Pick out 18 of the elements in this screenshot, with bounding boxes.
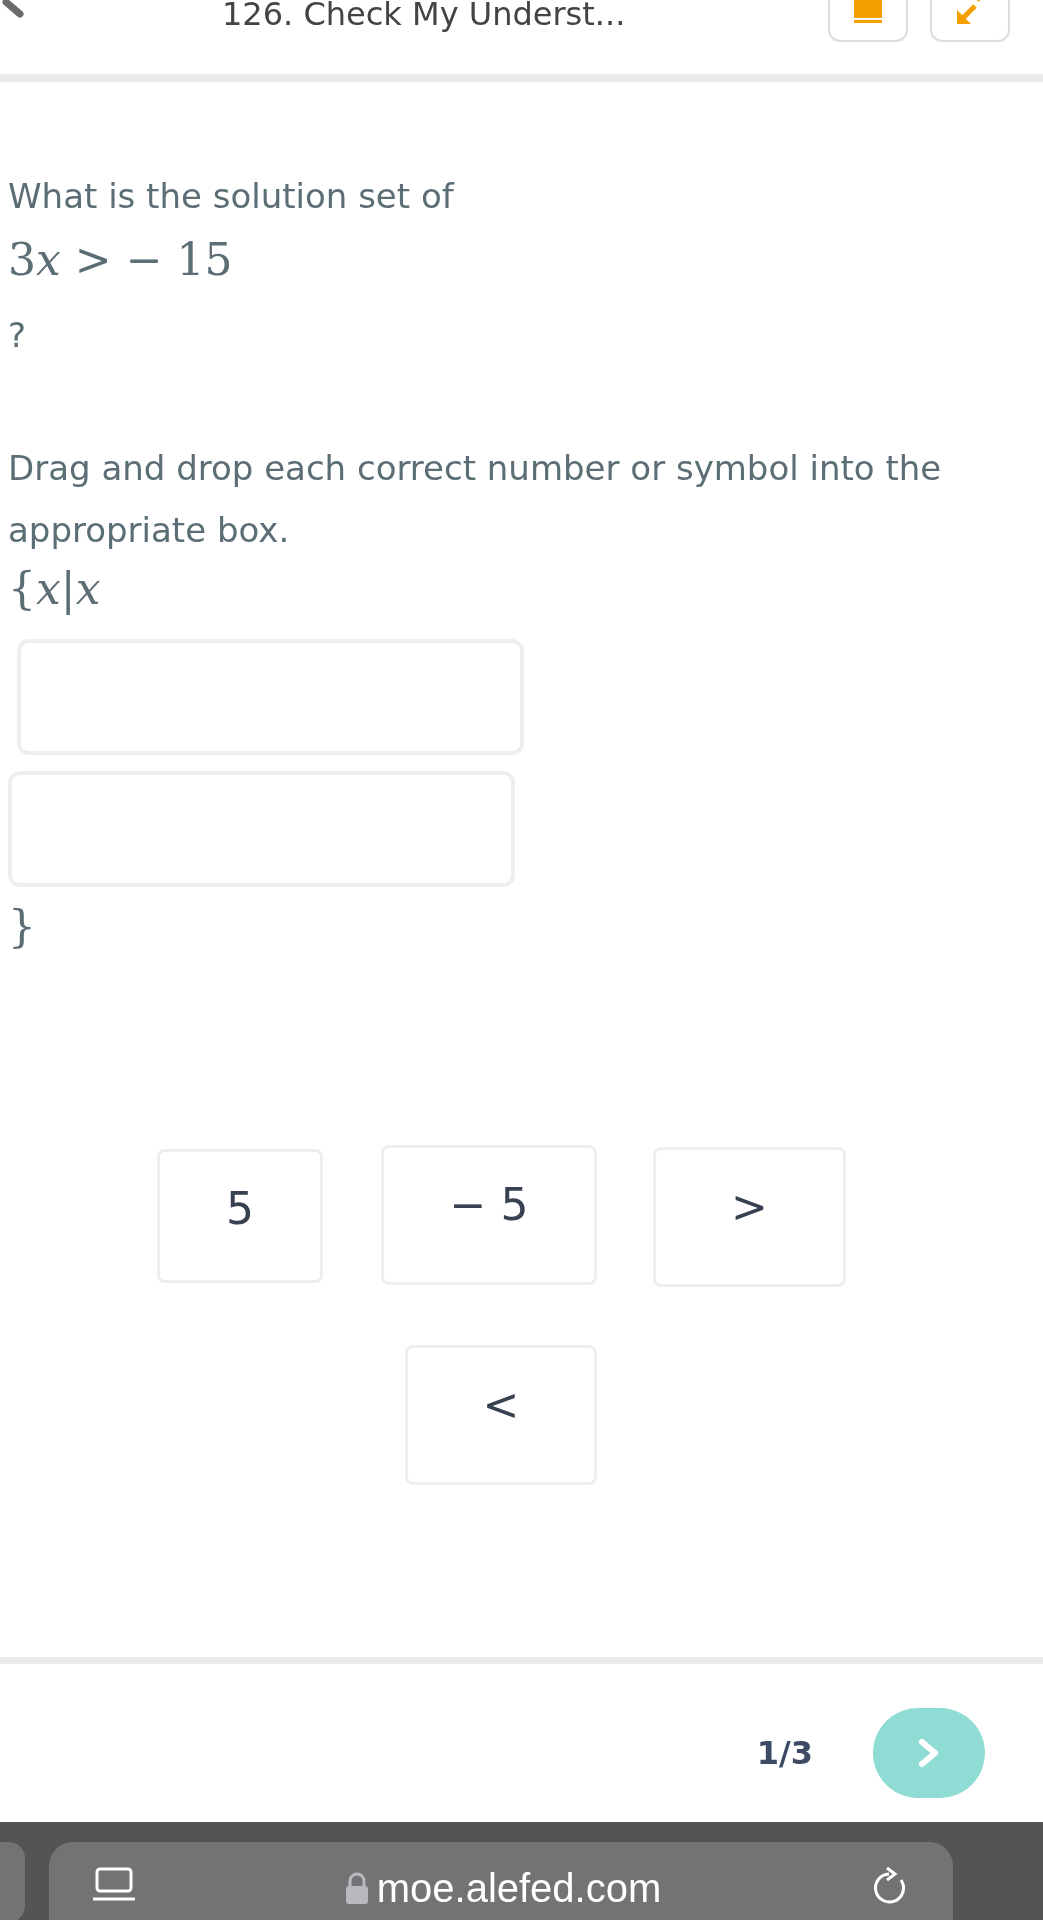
laptop-icon bbox=[93, 1866, 135, 1902]
instruction-text: Drag and drop each correct number or symbol into the appropriate box. bbox=[8, 447, 943, 552]
address-bar[interactable]: moe.alefed.com bbox=[49, 1842, 953, 1920]
question-mark: ? bbox=[8, 314, 28, 357]
inequality-expression: 3x > − 15 bbox=[8, 233, 234, 287]
question-prompt: What is the solution set of bbox=[8, 175, 456, 218]
answer-tile[interactable]: < bbox=[405, 1345, 597, 1485]
answer-tile[interactable]: > bbox=[653, 1147, 846, 1287]
lock-icon bbox=[344, 1872, 369, 1904]
set-builder-end: } bbox=[8, 900, 37, 954]
set-builder-start: {x|x bbox=[8, 562, 102, 617]
page-title: 126. Check My Underst... bbox=[222, 0, 626, 35]
chevron-right-icon bbox=[917, 1738, 941, 1768]
answer-tile[interactable]: 5 bbox=[157, 1149, 323, 1283]
dictionary-book-icon bbox=[851, 0, 885, 26]
answer-tile[interactable]: − 5 bbox=[381, 1145, 597, 1285]
url-text: moe.alefed.com bbox=[376, 1866, 662, 1910]
progress-counter: 1/3 bbox=[756, 1733, 813, 1774]
